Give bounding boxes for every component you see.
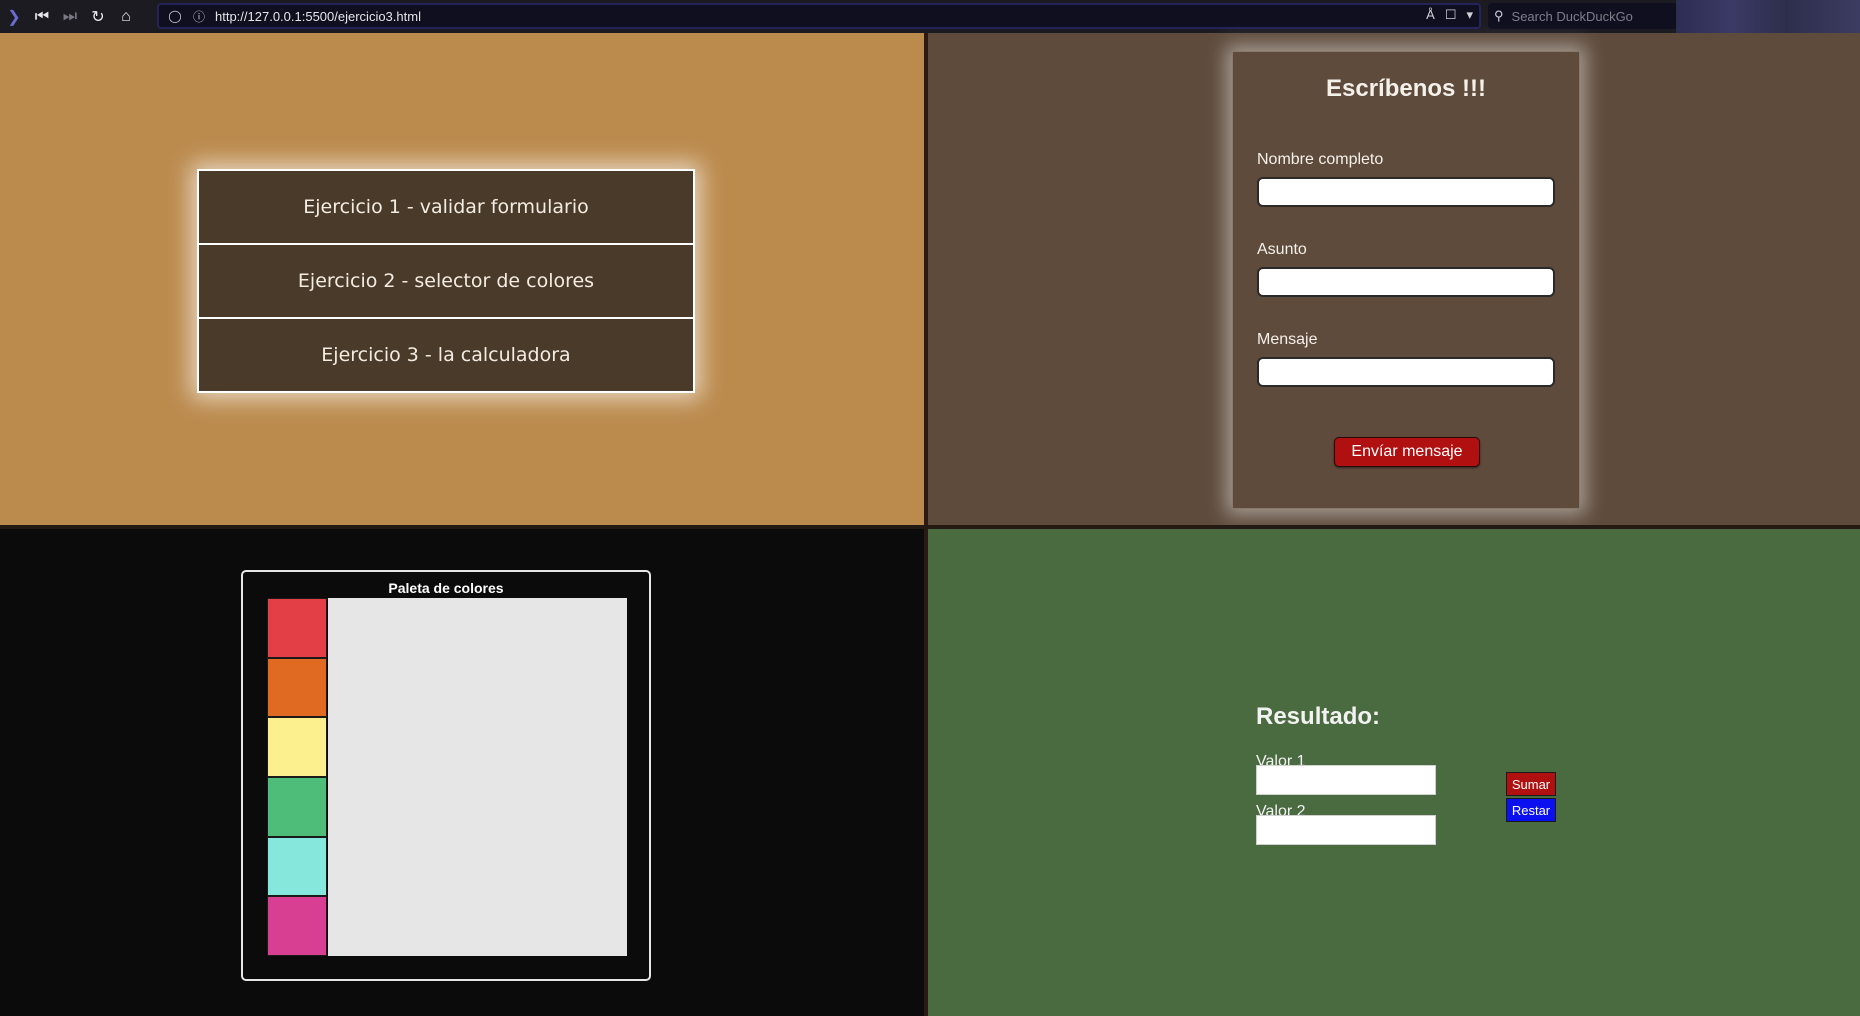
form-title: Escríbenos !!! xyxy=(1325,75,1487,102)
search-icon: ⚲ xyxy=(1494,8,1504,23)
message-textarea[interactable] xyxy=(1257,357,1555,387)
menu-item-ejercicio-2[interactable]: Ejercicio 2 - selector de colores xyxy=(199,245,693,317)
value1-input[interactable] xyxy=(1256,765,1436,795)
palette-title: Paleta de colores xyxy=(388,580,504,596)
palette-panel: Paleta de colores xyxy=(0,529,924,1016)
home-icon[interactable]: ⌂ xyxy=(112,0,140,33)
forward-icon[interactable]: ⏭ xyxy=(56,0,84,33)
color-palette: Paleta de colores xyxy=(241,570,651,981)
color-preview-area xyxy=(328,598,627,956)
swatch-cyan[interactable] xyxy=(267,836,327,897)
menu-panel: Ejercicio 1 - validar formulario Ejercic… xyxy=(0,33,924,525)
result-title: Resultado: xyxy=(1256,703,1381,730)
info-icon[interactable]: ⓘ xyxy=(191,8,207,25)
swatch-pink[interactable] xyxy=(267,896,327,957)
swatch-orange[interactable] xyxy=(267,657,327,718)
search-placeholder: Search DuckDuckGo xyxy=(1511,8,1633,24)
shield-icon[interactable]: ◯ xyxy=(167,9,183,23)
contact-panel: Escríbenos !!! Nombre completo Asunto Me… xyxy=(928,33,1860,525)
exercise-menu: Ejercicio 1 - validar formulario Ejercic… xyxy=(197,169,695,393)
calculator-panel: Resultado: Valor 1 Valor 2 Sumar Restar xyxy=(928,529,1860,1016)
back-icon[interactable]: ⏮ xyxy=(28,0,56,33)
menu-item-ejercicio-1[interactable]: Ejercicio 1 - validar formulario xyxy=(199,171,693,243)
sidebar-toggle-icon[interactable]: ❯ xyxy=(0,0,28,33)
subject-label: Asunto xyxy=(1257,241,1307,258)
value2-input[interactable] xyxy=(1256,815,1436,845)
name-label: Nombre completo xyxy=(1257,151,1384,168)
send-message-button[interactable]: Envíar mensaje xyxy=(1334,437,1480,467)
contact-form: Escríbenos !!! Nombre completo Asunto Me… xyxy=(1232,51,1580,509)
search-bar[interactable]: ⚲ Search DuckDuckGo xyxy=(1488,3,1688,29)
message-label: Mensaje xyxy=(1257,331,1318,348)
reload-icon[interactable]: ↻ xyxy=(84,0,112,33)
chevron-down-icon[interactable]: ▾ xyxy=(1466,7,1473,23)
add-button[interactable]: Sumar xyxy=(1506,772,1556,796)
swatch-yellow[interactable] xyxy=(267,717,327,778)
swatch-red[interactable] xyxy=(267,598,327,658)
horizontal-divider xyxy=(0,525,1860,529)
translate-icon[interactable]: Å xyxy=(1426,7,1435,23)
swatch-green[interactable] xyxy=(267,777,327,837)
swatch-list xyxy=(267,598,327,957)
url-text[interactable]: http://127.0.0.1:5500/ejercicio3.html xyxy=(215,9,421,24)
subject-field[interactable] xyxy=(1257,267,1555,297)
url-bar[interactable]: ◯ ⓘ http://127.0.0.1:5500/ejercicio3.htm… xyxy=(157,3,1481,29)
subtract-button[interactable]: Restar xyxy=(1506,798,1556,822)
name-field[interactable] xyxy=(1257,177,1555,207)
menu-item-ejercicio-3[interactable]: Ejercicio 3 - la calculadora xyxy=(199,319,693,391)
bookmark-icon[interactable]: ☐ xyxy=(1445,7,1457,23)
